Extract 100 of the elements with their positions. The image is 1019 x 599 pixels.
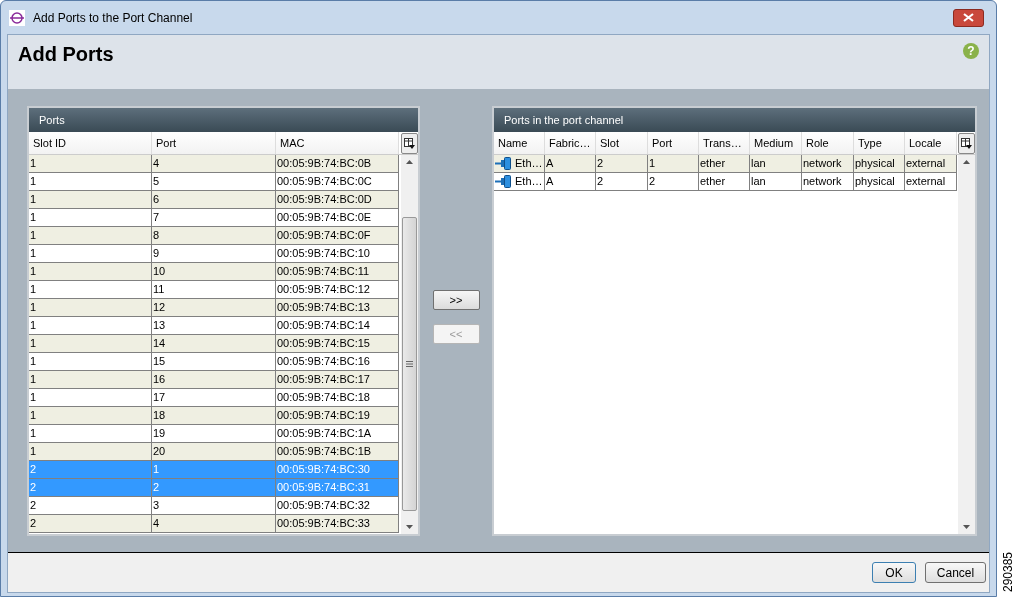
column-header[interactable]: Slot — [596, 132, 648, 154]
table-cell-text: 2 — [153, 480, 160, 496]
table-cell-text: 00:05:9B:74:BC:30 — [277, 462, 370, 478]
table-cell-text: 00:05:9B:74:BC:1B — [277, 444, 372, 460]
table-row[interactable]: 2 3 00:05:9B:74:BC:32 — [29, 497, 399, 515]
cancel-button[interactable]: Cancel — [925, 562, 986, 583]
table-row[interactable]: 1 13 00:05:9B:74:BC:14 — [29, 317, 399, 335]
column-header[interactable]: Medium — [750, 132, 802, 154]
column-header[interactable]: Role — [802, 132, 854, 154]
table-row[interactable]: 1 10 00:05:9B:74:BC:11 — [29, 263, 399, 281]
table-cell-text: 00:05:9B:74:BC:33 — [277, 516, 370, 532]
table-cell-text: 2 — [30, 462, 37, 478]
table-cell-text: 1 — [30, 156, 37, 172]
table-row[interactable]: 1 8 00:05:9B:74:BC:0F — [29, 227, 399, 245]
table-row[interactable]: 1 16 00:05:9B:74:BC:17 — [29, 371, 399, 389]
table-cell-text: 00:05:9B:74:BC:32 — [277, 498, 370, 514]
table-cell-text: 00:05:9B:74:BC:0D — [277, 192, 372, 208]
panel-title: Ports — [29, 108, 418, 132]
table-cell-text: 1 — [30, 444, 37, 460]
table-cell-text: 1 — [30, 354, 37, 370]
table-row[interactable]: 1 4 00:05:9B:74:BC:0B — [29, 155, 399, 173]
column-header[interactable]: Port — [648, 132, 699, 154]
table-cell-text: 00:05:9B:74:BC:1A — [277, 426, 372, 442]
add-button[interactable]: >> — [432, 290, 480, 310]
table-cell-text: 1 — [30, 228, 37, 244]
table-row[interactable]: 1 11 00:05:9B:74:BC:12 — [29, 281, 399, 299]
table-cell-text: 11 — [153, 282, 165, 298]
table-cell-text: 00:05:9B:74:BC:0C — [277, 174, 372, 190]
table-cell-text: 00:05:9B:74:BC:13 — [277, 300, 370, 316]
table-cell-text: 2 — [30, 516, 37, 532]
scroll-up-icon[interactable] — [406, 160, 413, 164]
table-cell-text: 1 — [30, 318, 37, 334]
table-cell-text: 1 — [649, 156, 656, 172]
table-cell-text: 13 — [153, 318, 166, 334]
column-header[interactable]: Slot ID — [29, 132, 152, 154]
table-row[interactable]: 1 12 00:05:9B:74:BC:13 — [29, 299, 399, 317]
table-cell-text: 14 — [153, 336, 166, 352]
table-cell-text: 00:05:9B:74:BC:15 — [277, 336, 370, 352]
table-cell-text: 12 — [153, 300, 166, 316]
table-row[interactable]: 2 4 00:05:9B:74:BC:33 — [29, 515, 399, 533]
table-cell-text: 1 — [30, 282, 37, 298]
table-row[interactable]: Eth… A 2 1 ether lan network physical external — [494, 155, 957, 173]
table-cell-text: ether — [700, 174, 726, 190]
table-cell-text: 1 — [30, 390, 37, 406]
scroll-down-icon[interactable] — [963, 525, 970, 529]
column-header[interactable]: MAC — [276, 132, 399, 154]
panel-title: Ports in the port channel — [494, 108, 975, 132]
table-cell-text: 15 — [153, 354, 166, 370]
table-cell-text: 17 — [153, 390, 166, 406]
scroll-up-icon[interactable] — [963, 160, 970, 164]
figure-number: 290385 — [1000, 552, 1016, 592]
table-row[interactable]: 1 14 00:05:9B:74:BC:15 — [29, 335, 399, 353]
table-cell-text: 00:05:9B:74:BC:16 — [277, 354, 370, 370]
columns-icon — [404, 137, 415, 149]
table-cell-text: 1 — [30, 264, 37, 280]
close-button[interactable] — [953, 8, 984, 27]
table-cell-text: Eth… — [515, 156, 543, 172]
table-row[interactable]: 1 6 00:05:9B:74:BC:0D — [29, 191, 399, 209]
column-header[interactable]: Type — [854, 132, 905, 154]
table-cell-text: 4 — [153, 156, 160, 172]
table-cell-text: 4 — [153, 516, 160, 532]
columns-icon — [961, 137, 972, 149]
table-cell-text: 1 — [30, 192, 37, 208]
column-header[interactable]: Port — [152, 132, 276, 154]
table-cell-text: 1 — [30, 174, 37, 190]
table-cell-text: 00:05:9B:74:BC:10 — [277, 246, 370, 262]
ok-button[interactable]: OK — [872, 562, 916, 583]
table-cell-text: 5 — [153, 174, 160, 190]
column-header[interactable]: Fabric… — [545, 132, 596, 154]
table-row[interactable]: 1 18 00:05:9B:74:BC:19 — [29, 407, 399, 425]
table-cell-text: network — [803, 174, 842, 190]
table-cell-text: 1 — [30, 426, 37, 442]
table-row[interactable]: 1 5 00:05:9B:74:BC:0C — [29, 173, 399, 191]
column-header[interactable]: Name — [494, 132, 545, 154]
table-cell-text: lan — [751, 156, 766, 172]
table-cell-text: 1 — [30, 246, 37, 262]
table-row[interactable]: 1 17 00:05:9B:74:BC:18 — [29, 389, 399, 407]
table-cell-text: 00:05:9B:74:BC:18 — [277, 390, 370, 406]
table-row[interactable]: Eth… A 2 2 ether lan network physical external — [494, 173, 957, 191]
table-cell-text: external — [906, 174, 946, 190]
column-chooser-button[interactable] — [958, 132, 975, 154]
column-header[interactable]: Trans… — [699, 132, 750, 154]
table-row[interactable]: 1 7 00:05:9B:74:BC:0E — [29, 209, 399, 227]
table-cell-text: 1 — [30, 300, 37, 316]
table-cell-text: 00:05:9B:74:BC:11 — [277, 264, 370, 280]
table-row[interactable]: 1 15 00:05:9B:74:BC:16 — [29, 353, 399, 371]
table-cell-text: 9 — [153, 246, 160, 262]
table-cell-text: 00:05:9B:74:BC:0B — [277, 156, 372, 172]
table-cell-text: physical — [855, 156, 895, 172]
scrollbar[interactable] — [401, 155, 418, 534]
scroll-down-icon[interactable] — [406, 525, 413, 529]
table-row[interactable]: 1 19 00:05:9B:74:BC:1A — [29, 425, 399, 443]
table-cell-text: 00:05:9B:74:BC:0F — [277, 228, 371, 244]
table-cell-text: 2 — [30, 480, 37, 496]
column-header[interactable]: Locale — [905, 132, 957, 154]
table-cell-text: 2 — [30, 498, 37, 514]
table-row[interactable]: 1 20 00:05:9B:74:BC:1B — [29, 443, 399, 461]
table-row[interactable]: 1 9 00:05:9B:74:BC:10 — [29, 245, 399, 263]
column-chooser-button[interactable] — [401, 132, 418, 154]
scrollbar[interactable] — [958, 155, 975, 534]
